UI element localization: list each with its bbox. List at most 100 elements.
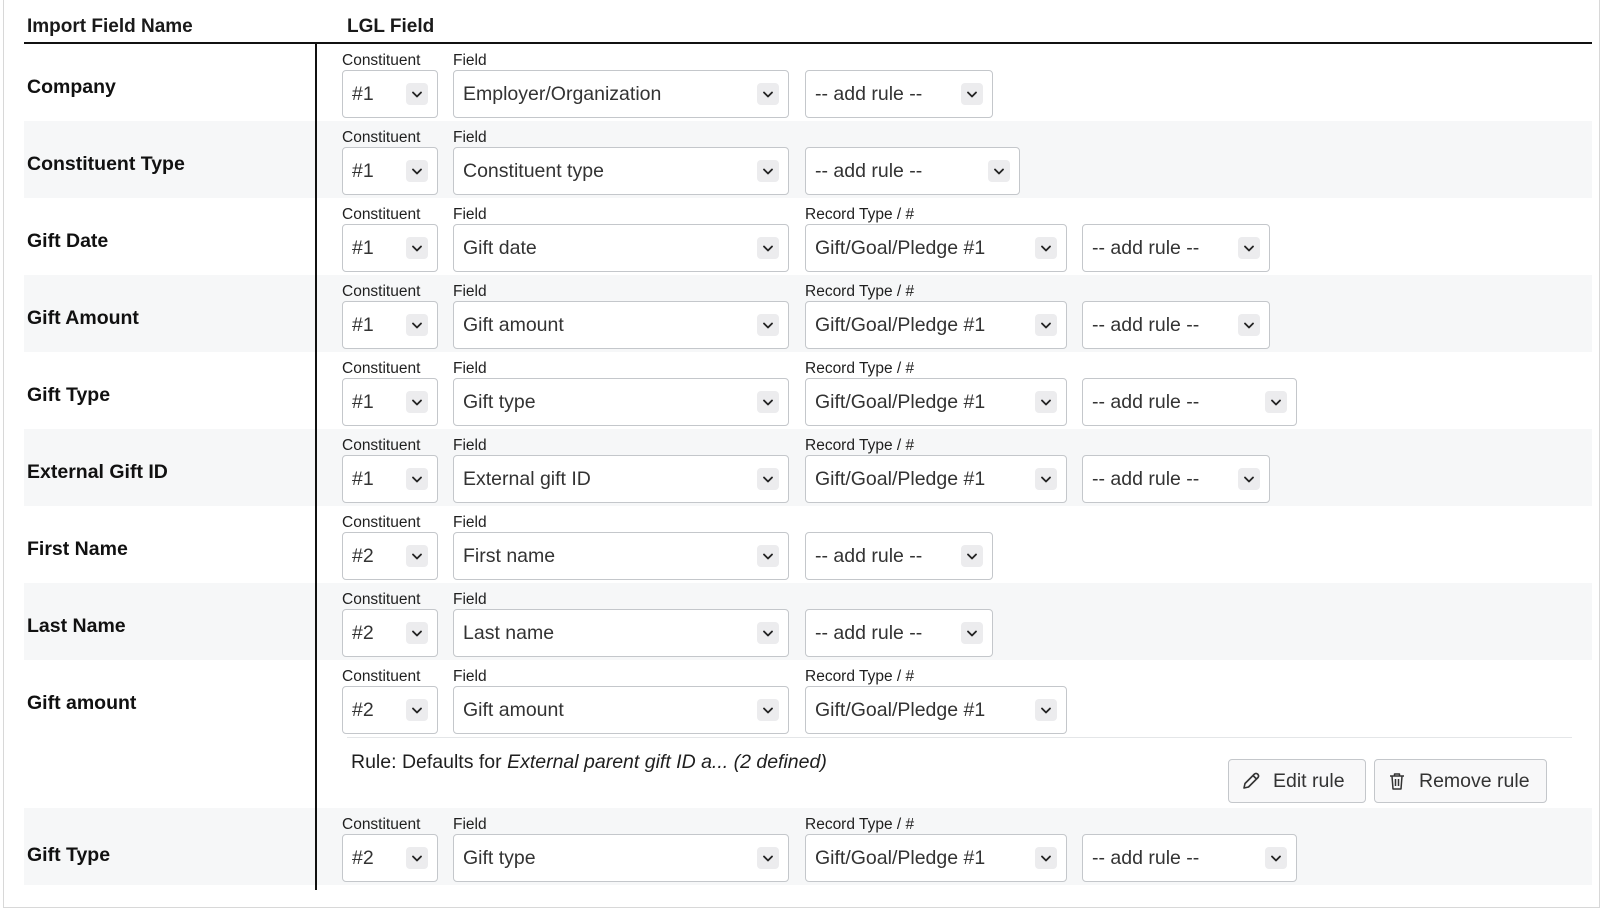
constituent-select[interactable]: #1 <box>342 147 438 195</box>
field-select[interactable]: Gift amount <box>453 301 789 349</box>
chevron-down-icon <box>757 391 779 413</box>
chevron-down-icon <box>1238 468 1260 490</box>
constituent-label: Constituent <box>342 360 421 377</box>
field-select[interactable]: Employer/Organization <box>453 70 789 118</box>
constituent-label: Constituent <box>342 52 421 69</box>
field-select[interactable]: Constituent type <box>453 147 789 195</box>
chevron-down-icon <box>1035 847 1057 869</box>
column-divider <box>315 44 317 890</box>
constituent-select[interactable]: #1 <box>342 455 438 503</box>
constituent-select[interactable]: #2 <box>342 609 438 657</box>
chevron-down-icon <box>1035 391 1057 413</box>
add-rule-select-value: -- add rule -- <box>1092 846 1200 869</box>
field-label: Field <box>453 283 487 300</box>
field-select-value: Constituent type <box>463 159 604 182</box>
chevron-down-icon <box>961 545 983 567</box>
record-type-select[interactable]: Gift/Goal/Pledge #1 <box>805 455 1067 503</box>
record-type-select[interactable]: Gift/Goal/Pledge #1 <box>805 224 1067 272</box>
constituent-select-value: #2 <box>352 698 374 721</box>
add-rule-select-value: -- add rule -- <box>815 544 923 567</box>
add-rule-select[interactable]: -- add rule -- <box>1082 834 1297 882</box>
constituent-label: Constituent <box>342 816 421 833</box>
chevron-down-icon <box>757 468 779 490</box>
add-rule-select[interactable]: -- add rule -- <box>805 70 993 118</box>
record-type-select[interactable]: Gift/Goal/Pledge #1 <box>805 378 1067 426</box>
field-select[interactable]: Gift type <box>453 378 789 426</box>
table-row: Gift Type Constituent Field #2 Gift type Reco… <box>24 808 1592 885</box>
record-type-select-value: Gift/Goal/Pledge #1 <box>815 313 986 336</box>
add-rule-select[interactable]: -- add rule -- <box>1082 301 1270 349</box>
import-field-name: Last Name <box>27 615 126 637</box>
chevron-down-icon <box>406 391 428 413</box>
constituent-select[interactable]: #2 <box>342 686 438 734</box>
record-type-label: Record Type / # <box>805 360 915 377</box>
constituent-select-value: #1 <box>352 236 374 259</box>
table-row: First Name Constituent Field #2 First name --… <box>24 506 1592 583</box>
field-select[interactable]: Gift date <box>453 224 789 272</box>
field-select-value: Gift type <box>463 390 536 413</box>
rule-prefix: Rule: Defaults for <box>351 751 502 773</box>
chevron-down-icon <box>1265 847 1287 869</box>
add-rule-select[interactable]: -- add rule -- <box>1082 224 1270 272</box>
constituent-select[interactable]: #1 <box>342 224 438 272</box>
add-rule-select[interactable]: -- add rule -- <box>805 147 1020 195</box>
remove-rule-label: Remove rule <box>1419 769 1530 792</box>
chevron-down-icon <box>406 699 428 721</box>
constituent-select-value: #1 <box>352 159 374 182</box>
chevron-down-icon <box>406 622 428 644</box>
field-label: Field <box>453 52 487 69</box>
table-row: Company Constituent Field #1 Employer/Organi… <box>24 44 1592 121</box>
table-row: External Gift ID Constituent Field #1 Extern… <box>24 429 1592 506</box>
field-select[interactable]: Gift amount <box>453 686 789 734</box>
chevron-down-icon <box>757 545 779 567</box>
add-rule-select[interactable]: -- add rule -- <box>1082 455 1270 503</box>
mapping-table: Import Field Name LGL Field Company Const… <box>24 0 1592 885</box>
chevron-down-icon <box>757 314 779 336</box>
constituent-label: Constituent <box>342 668 421 685</box>
add-rule-select[interactable]: -- add rule -- <box>805 609 993 657</box>
record-type-select[interactable]: Gift/Goal/Pledge #1 <box>805 686 1067 734</box>
field-label: Field <box>453 360 487 377</box>
chevron-down-icon <box>406 847 428 869</box>
import-field-name: Gift Date <box>27 230 109 252</box>
add-rule-select-value: -- add rule -- <box>1092 236 1200 259</box>
constituent-select[interactable]: #2 <box>342 532 438 580</box>
constituent-select[interactable]: #2 <box>342 834 438 882</box>
add-rule-select-value: -- add rule -- <box>1092 467 1200 490</box>
constituent-select-value: #2 <box>352 846 374 869</box>
chevron-down-icon <box>757 83 779 105</box>
field-select[interactable]: External gift ID <box>453 455 789 503</box>
import-field-name: Company <box>27 76 116 98</box>
chevron-down-icon <box>1265 391 1287 413</box>
constituent-select-value: #1 <box>352 390 374 413</box>
header-lgl-field: LGL Field <box>347 16 435 37</box>
field-select-value: First name <box>463 544 556 567</box>
trash-icon <box>1390 773 1404 790</box>
rule-count: (2 defined) <box>733 751 827 773</box>
constituent-label: Constituent <box>342 129 421 146</box>
constituent-select[interactable]: #1 <box>342 378 438 426</box>
rule-separator <box>347 737 1572 738</box>
field-select-value: External gift ID <box>463 467 591 490</box>
add-rule-select[interactable]: -- add rule -- <box>805 532 993 580</box>
field-label: Field <box>453 591 487 608</box>
edit-rule-button[interactable]: Edit rule <box>1228 759 1366 803</box>
chevron-down-icon <box>406 83 428 105</box>
field-select-value: Gift date <box>463 236 537 259</box>
field-select[interactable]: First name <box>453 532 789 580</box>
constituent-select[interactable]: #1 <box>342 70 438 118</box>
field-select-value: Gift amount <box>463 313 564 336</box>
chevron-down-icon <box>757 160 779 182</box>
chevron-down-icon <box>961 83 983 105</box>
add-rule-select[interactable]: -- add rule -- <box>1082 378 1297 426</box>
chevron-down-icon <box>406 545 428 567</box>
record-type-select[interactable]: Gift/Goal/Pledge #1 <box>805 834 1067 882</box>
remove-rule-button[interactable]: Remove rule <box>1374 759 1547 803</box>
record-type-select[interactable]: Gift/Goal/Pledge #1 <box>805 301 1067 349</box>
field-select[interactable]: Last name <box>453 609 789 657</box>
constituent-label: Constituent <box>342 206 421 223</box>
constituent-select[interactable]: #1 <box>342 301 438 349</box>
table-header: Import Field Name LGL Field <box>24 0 1592 44</box>
field-select[interactable]: Gift type <box>453 834 789 882</box>
import-field-name: Gift Type <box>27 384 111 406</box>
